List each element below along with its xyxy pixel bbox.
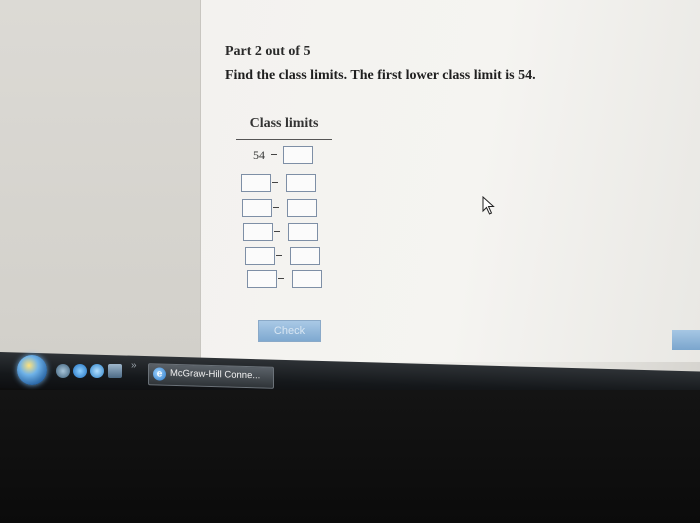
- upper-limit-input-2[interactable]: [286, 174, 316, 192]
- check-button[interactable]: Check: [258, 320, 321, 342]
- dash: [272, 182, 278, 183]
- windows-start-orb-icon[interactable]: [17, 355, 47, 385]
- lower-limit-input-6[interactable]: [247, 270, 277, 288]
- quick-launch-icon-1[interactable]: [56, 364, 70, 378]
- class-row-3: [242, 199, 318, 219]
- monitor-bezel: [0, 390, 700, 523]
- lower-limit-input-5[interactable]: [245, 247, 275, 265]
- class-limits-header: Class limits: [249, 116, 319, 131]
- dash: [273, 207, 279, 208]
- upper-limit-input-6[interactable]: [292, 270, 322, 288]
- class-row-6: [247, 270, 323, 290]
- taskbar-window-label: McGraw-Hill Conne...: [170, 367, 261, 382]
- mouse-pointer-icon: [482, 196, 495, 215]
- dash: [278, 278, 284, 279]
- upper-limit-input-5[interactable]: [290, 247, 320, 265]
- internet-explorer-icon[interactable]: [73, 364, 87, 378]
- left-gutter: [0, 0, 200, 362]
- lower-limit-input-3[interactable]: [242, 199, 272, 217]
- upper-limit-input-1[interactable]: [283, 146, 313, 164]
- quick-launch-icon-3[interactable]: [90, 364, 104, 378]
- lower-limit-input-4[interactable]: [243, 223, 273, 241]
- question-text: Find the class limits. The first lower c…: [225, 68, 536, 83]
- internet-explorer-icon: e: [153, 367, 166, 381]
- dash: [271, 154, 277, 155]
- class-row-4: [243, 223, 319, 243]
- quick-launch-more-icon[interactable]: »: [131, 360, 137, 371]
- monitor-screen: Part 2 out of 5 Find the class limits. T…: [0, 0, 700, 380]
- upper-limit-input-3[interactable]: [287, 199, 317, 217]
- dash: [276, 255, 282, 256]
- part-label: Part 2 out of 5: [225, 44, 311, 59]
- upper-limit-input-4[interactable]: [288, 223, 318, 241]
- header-rule: [236, 139, 332, 140]
- class-row-1: 54: [253, 146, 318, 166]
- show-desktop-icon[interactable]: [108, 364, 122, 378]
- taskbar-window-button[interactable]: e McGraw-Hill Conne...: [148, 363, 274, 389]
- dash: [274, 231, 280, 232]
- next-button-partial[interactable]: N: [672, 330, 700, 350]
- class-row-2: [241, 174, 317, 194]
- class-row-5: [245, 247, 321, 267]
- first-lower-limit: 54: [253, 148, 265, 162]
- lower-limit-input-2[interactable]: [241, 174, 271, 192]
